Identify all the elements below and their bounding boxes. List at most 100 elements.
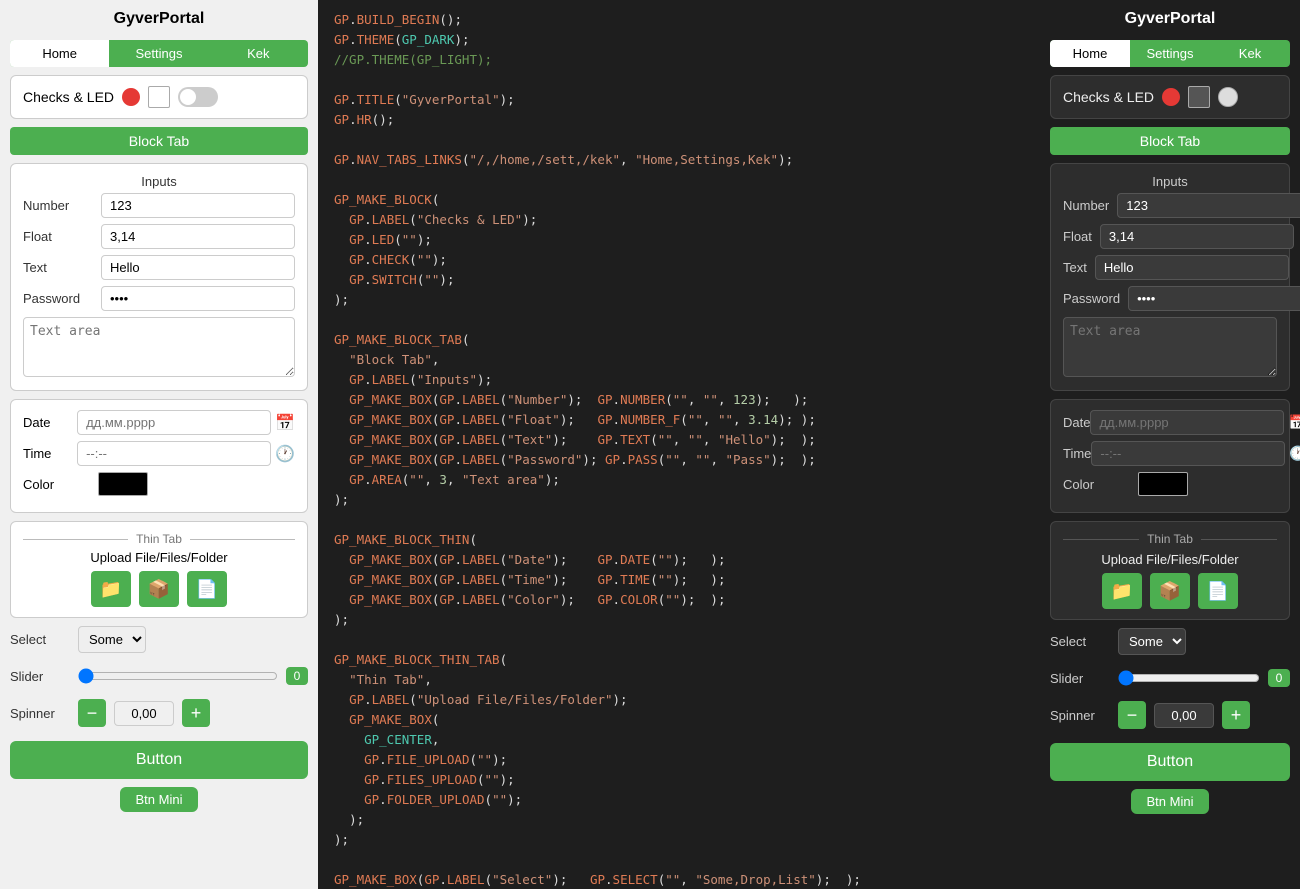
float-row: Float: [23, 224, 295, 249]
right-number-row: Number: [1063, 193, 1277, 218]
right-inputs-label: Inputs: [1063, 174, 1277, 189]
right-date-input[interactable]: [1090, 410, 1284, 435]
right-block-tab-header: Block Tab: [1050, 127, 1290, 155]
left-nav-home[interactable]: Home: [10, 40, 109, 67]
right-upload-label: Upload File/Files/Folder: [1063, 552, 1277, 567]
thin-tab-title-row: Thin Tab: [23, 532, 295, 546]
right-main-button[interactable]: Button: [1050, 743, 1290, 781]
time-label: Time: [23, 446, 77, 461]
file-upload-button[interactable]: 📁: [91, 571, 131, 607]
right-thin-card: Date 📅 Time 🕐 Color: [1050, 399, 1290, 513]
upload-label: Upload File/Files/Folder: [23, 550, 295, 565]
right-color-box[interactable]: [1138, 472, 1188, 496]
right-number-label: Number: [1063, 198, 1109, 213]
thin-tab-card: Thin Tab Upload File/Files/Folder 📁 📦 📄: [10, 521, 308, 618]
text-label: Text: [23, 260, 93, 275]
text-input[interactable]: [101, 255, 295, 280]
right-nav-home[interactable]: Home: [1050, 40, 1130, 67]
led-red-icon: [122, 88, 140, 106]
right-color-label: Color: [1063, 477, 1138, 492]
right-nav-settings[interactable]: Settings: [1130, 40, 1210, 67]
right-spinner-minus-button[interactable]: −: [1118, 701, 1146, 729]
right-mini-button[interactable]: Btn Mini: [1131, 789, 1210, 814]
password-label: Password: [23, 291, 93, 306]
left-nav-settings[interactable]: Settings: [109, 40, 208, 67]
right-thin-tab-title-row: Thin Tab: [1063, 532, 1277, 546]
right-clock-icon: 🕐: [1289, 445, 1300, 462]
slider-label: Slider: [10, 669, 70, 684]
code-panel: GP.BUILD_BEGIN(); GP.THEME(GP_DARK); //G…: [318, 0, 1040, 889]
right-title: GyverPortal: [1125, 10, 1216, 28]
right-spinner-plus-button[interactable]: +: [1222, 701, 1250, 729]
left-title: GyverPortal: [114, 10, 205, 28]
right-text-row: Text: [1063, 255, 1277, 280]
date-row: Date 📅: [23, 410, 295, 435]
main-button[interactable]: Button: [10, 741, 308, 779]
select-row: Select SomeDropList: [10, 626, 308, 653]
right-checks-led-card: Checks & LED: [1050, 75, 1290, 119]
right-slider-value: 0: [1268, 669, 1290, 687]
spinner-minus-button[interactable]: −: [78, 699, 106, 727]
right-number-input[interactable]: [1117, 193, 1300, 218]
code-content: GP.BUILD_BEGIN(); GP.THEME(GP_DARK); //G…: [334, 10, 1024, 889]
right-checks-led-row: Checks & LED: [1063, 86, 1277, 108]
right-password-input[interactable]: [1128, 286, 1300, 311]
right-color-row: Color: [1063, 472, 1277, 496]
password-row: Password: [23, 286, 295, 311]
float-label: Float: [23, 229, 93, 244]
right-text-input[interactable]: [1095, 255, 1289, 280]
left-nav-kek[interactable]: Kek: [209, 40, 308, 67]
files-upload-button[interactable]: 📦: [139, 571, 179, 607]
checks-led-label: Checks & LED: [23, 89, 114, 105]
time-row: Time 🕐: [23, 441, 295, 466]
thin-tab-divider-right: [190, 539, 295, 540]
select-label: Select: [10, 632, 70, 647]
right-upload-buttons: 📁 📦 📄: [1063, 573, 1277, 609]
right-float-row: Float: [1063, 224, 1277, 249]
right-panel: GyverPortal Home Settings Kek Checks & L…: [1040, 0, 1300, 889]
slider-row: Slider 0: [10, 667, 308, 685]
float-input[interactable]: [101, 224, 295, 249]
date-input[interactable]: [77, 410, 271, 435]
right-slider-input[interactable]: [1118, 670, 1260, 686]
block-tab-header: Block Tab: [10, 127, 308, 155]
slider-value: 0: [286, 667, 308, 685]
right-float-input[interactable]: [1100, 224, 1294, 249]
spinner-plus-button[interactable]: +: [182, 699, 210, 727]
password-input[interactable]: [101, 286, 295, 311]
spinner-label: Spinner: [10, 706, 70, 721]
right-select-label: Select: [1050, 634, 1110, 649]
right-files-upload-button[interactable]: 📦: [1150, 573, 1190, 609]
right-password-row: Password: [1063, 286, 1277, 311]
right-slider-label: Slider: [1050, 671, 1110, 686]
right-spinner-label: Spinner: [1050, 708, 1110, 723]
folder-upload-button[interactable]: 📄: [187, 571, 227, 607]
textarea-input[interactable]: [23, 317, 295, 377]
right-spinner-row: Spinner − 0,00 +: [1050, 701, 1290, 729]
color-label: Color: [23, 477, 98, 492]
mini-button[interactable]: Btn Mini: [120, 787, 199, 812]
time-input[interactable]: [77, 441, 271, 466]
inputs-label: Inputs: [23, 174, 295, 189]
right-block-tab-card: Inputs Number Float Text Password: [1050, 163, 1290, 391]
right-select-input[interactable]: SomeDropList: [1118, 628, 1186, 655]
right-float-label: Float: [1063, 229, 1092, 244]
calendar-icon: 📅: [275, 413, 295, 433]
number-label: Number: [23, 198, 93, 213]
thin-card: Date 📅 Time 🕐 Color: [10, 399, 308, 513]
right-folder-upload-button[interactable]: 📄: [1198, 573, 1238, 609]
checks-led-row: Checks & LED: [23, 86, 295, 108]
right-textarea-input[interactable]: [1063, 317, 1277, 377]
select-input[interactable]: SomeDropList: [78, 626, 146, 653]
date-label: Date: [23, 415, 77, 430]
right-time-input[interactable]: [1091, 441, 1285, 466]
right-led-white-sq-icon: [1188, 86, 1210, 108]
number-input[interactable]: [101, 193, 295, 218]
upload-buttons: 📁 📦 📄: [23, 571, 295, 607]
right-file-upload-button[interactable]: 📁: [1102, 573, 1142, 609]
thin-tab-title: Thin Tab: [128, 532, 190, 546]
right-nav-kek[interactable]: Kek: [1210, 40, 1290, 67]
toggle-switch[interactable]: [178, 87, 218, 107]
color-box[interactable]: [98, 472, 148, 496]
slider-input[interactable]: [78, 668, 278, 684]
